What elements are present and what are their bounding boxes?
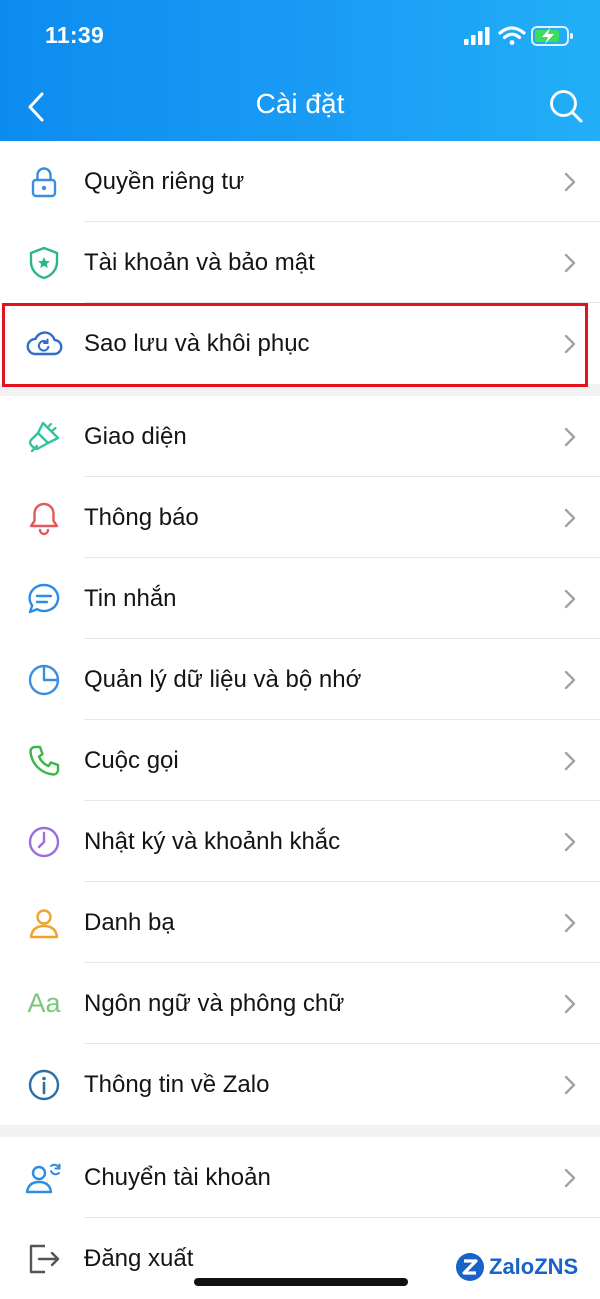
chevron-right-icon — [564, 1168, 576, 1187]
settings-item-label: Cuộc gọi — [84, 746, 179, 774]
zalo-z-icon — [456, 1253, 484, 1281]
home-indicator[interactable] — [194, 1278, 408, 1286]
settings-item-label: Tin nhắn — [84, 584, 177, 612]
app-header: 11:39 Cài đặt — [0, 0, 600, 141]
chevron-right-icon — [564, 670, 576, 689]
chevron-right-icon — [564, 427, 576, 446]
paint-brush-icon — [28, 421, 60, 452]
settings-item-switch-account[interactable]: Chuyển tài khoản — [0, 1137, 600, 1218]
logout-icon — [29, 1244, 60, 1273]
settings-item-calls[interactable]: Cuộc gọi — [0, 720, 600, 801]
settings-item-label: Nhật ký và khoảnh khắc — [84, 827, 341, 855]
settings-item-appearance[interactable]: Giao diện — [0, 396, 600, 477]
chevron-right-icon — [564, 751, 576, 770]
settings-item-label: Giao diện — [84, 422, 187, 450]
font-icon: Aa — [27, 988, 61, 1018]
chevron-right-icon — [564, 1075, 576, 1094]
settings-item-messages[interactable]: Tin nhắn — [0, 558, 600, 639]
clock-icon — [28, 826, 60, 857]
settings-item-label: Ngôn ngữ và phông chữ — [84, 989, 345, 1017]
chevron-right-icon — [564, 913, 576, 932]
settings-item-label: Chuyển tài khoản — [84, 1163, 271, 1191]
message-icon — [28, 583, 60, 613]
phone-icon — [29, 745, 60, 776]
settings-item-label: Thông báo — [84, 503, 199, 531]
info-icon — [28, 1069, 60, 1100]
page-title: Cài đặt — [255, 88, 345, 119]
settings-item-data-storage[interactable]: Quản lý dữ liệu và bộ nhớ — [0, 639, 600, 720]
settings-item-label: Quyền riêng tư — [84, 167, 245, 195]
highlight-box — [2, 303, 588, 387]
wifi-icon — [498, 26, 526, 45]
chevron-right-icon — [564, 253, 576, 272]
section-gap — [0, 1125, 600, 1137]
settings-item-about-zalo[interactable]: Thông tin về Zalo — [0, 1044, 600, 1125]
battery-charging-icon — [531, 26, 573, 46]
settings-item-notifications[interactable]: Thông báo — [0, 477, 600, 558]
status-time: 11:39 — [45, 22, 105, 48]
shield-icon — [29, 246, 59, 279]
chevron-right-icon — [564, 832, 576, 851]
settings-item-contacts[interactable]: Danh bạ — [0, 882, 600, 963]
settings-item-account-security[interactable]: Tài khoản và bảo mật — [0, 222, 600, 303]
settings-item-label: Tài khoản và bảo mật — [84, 248, 315, 276]
watermark-logo: ZaloZNS — [455, 1251, 578, 1283]
chevron-right-icon — [564, 172, 576, 191]
chevron-right-icon — [564, 508, 576, 527]
cellular-signal-icon — [464, 27, 490, 45]
bell-icon — [29, 502, 59, 535]
switch-account-icon — [25, 1163, 61, 1193]
chevron-right-icon — [564, 994, 576, 1013]
search-icon[interactable] — [548, 88, 584, 124]
watermark-text: ZaloZNS — [489, 1254, 579, 1279]
settings-item-privacy[interactable]: Quyền riêng tư — [0, 141, 600, 222]
pie-chart-icon — [28, 664, 60, 695]
settings-item-label: Quản lý dữ liệu và bộ nhớ — [84, 665, 362, 693]
lock-icon — [31, 166, 57, 197]
chevron-right-icon — [564, 589, 576, 608]
settings-item-label: Thông tin về Zalo — [84, 1070, 270, 1098]
settings-item-label: Danh bạ — [84, 908, 175, 936]
status-icons — [464, 26, 573, 46]
settings-item-timeline[interactable]: Nhật ký và khoảnh khắc — [0, 801, 600, 882]
person-icon — [29, 908, 59, 938]
settings-item-language-font[interactable]: Aa Ngôn ngữ và phông chữ — [0, 963, 600, 1044]
